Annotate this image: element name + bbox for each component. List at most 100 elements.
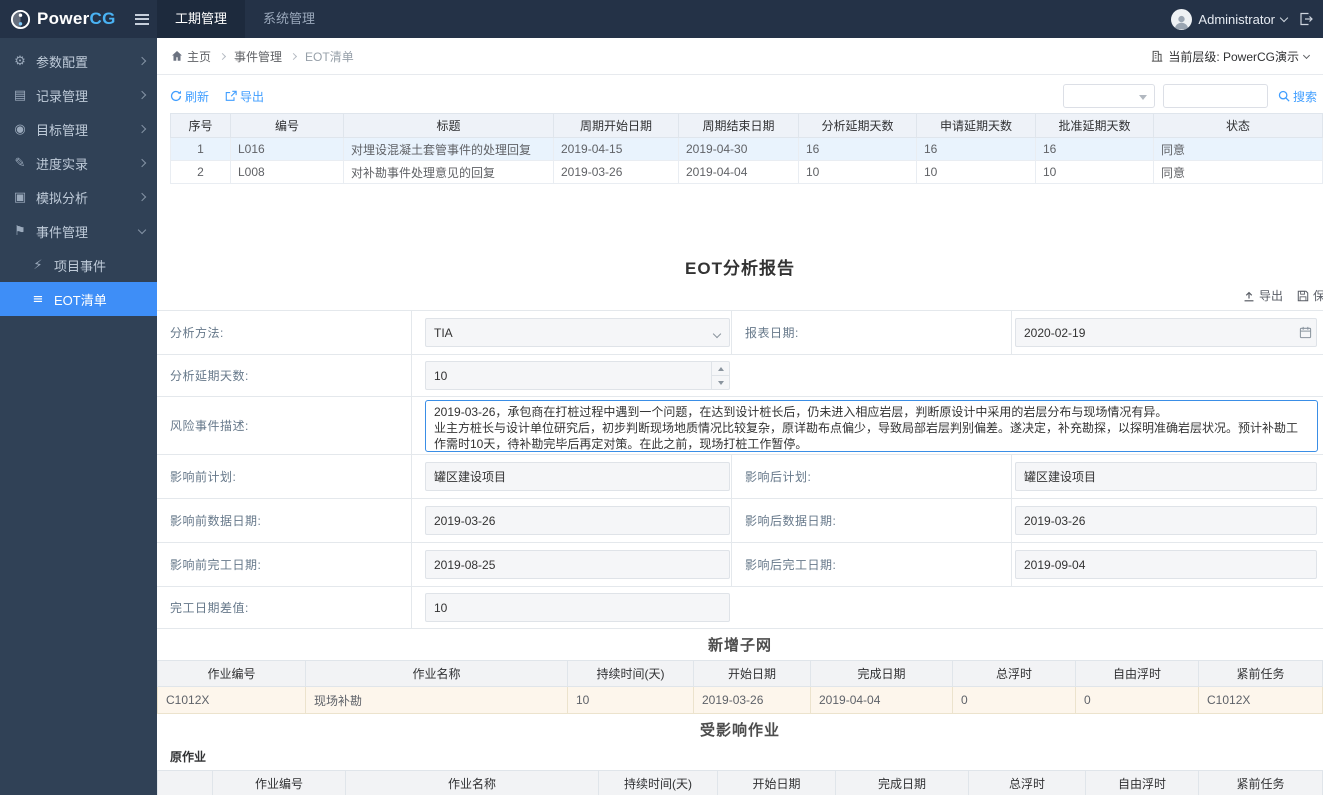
affected-title: 受影响作业 bbox=[699, 722, 780, 739]
table-cell: 2019-03-26 bbox=[553, 160, 679, 184]
logo-text: PowerCG bbox=[37, 9, 116, 28]
table-cell: 同意 bbox=[1153, 137, 1323, 161]
main-area: 主页 事件管理 EOT清单 当前层级: PowerCG演示 刷新 导出 搜索 序… bbox=[157, 38, 1323, 795]
chevron-down-icon bbox=[712, 329, 722, 339]
spinner-up-button[interactable] bbox=[712, 362, 729, 376]
finish-date-diff-input[interactable] bbox=[425, 593, 730, 622]
pre-data-date-input[interactable] bbox=[425, 506, 730, 535]
spinner-down-button[interactable] bbox=[712, 376, 729, 389]
sidebar-item-event-management[interactable]: ⚑ 事件管理 bbox=[0, 214, 157, 248]
gear-icon: ⚙ bbox=[14, 53, 26, 69]
user-name[interactable]: Administrator bbox=[1198, 12, 1275, 27]
analysis-delay-days-input[interactable] bbox=[425, 361, 730, 390]
table-cell: 10 bbox=[798, 160, 917, 184]
column-header: 序号 bbox=[170, 113, 231, 138]
table-cell: 1 bbox=[170, 137, 231, 161]
column-header: 持续时间(天) bbox=[598, 770, 718, 795]
breadcrumb-item-events[interactable]: 事件管理 bbox=[234, 48, 282, 65]
table-row[interactable]: 1 L016 对埋设混凝土套管事件的处理回复 2019-04-15 2019-04-30… bbox=[170, 137, 1323, 161]
table-cell: 0 bbox=[1075, 686, 1199, 714]
bolt-icon: ⚡ bbox=[33, 257, 43, 273]
chevron-down-icon bbox=[137, 225, 147, 234]
original-activity-label: 原作业 bbox=[170, 750, 207, 764]
sidebar-item-target-management[interactable]: ◉ 目标管理 bbox=[0, 112, 157, 146]
table-cell: C1012X bbox=[1198, 686, 1323, 714]
sidebar-item-record-management[interactable]: ▤ 记录管理 bbox=[0, 78, 157, 112]
person-icon bbox=[1175, 15, 1189, 29]
chevron-right-icon bbox=[289, 52, 298, 60]
table-cell: 16 bbox=[916, 137, 1036, 161]
sidebar-item-parameter-config[interactable]: ⚙ 参数配置 bbox=[0, 44, 157, 78]
post-data-date-input[interactable] bbox=[1015, 506, 1317, 535]
sidebar-item-project-events[interactable]: ⚡ 项目事件 bbox=[0, 248, 157, 282]
finish-date-diff-label: 完工日期差值: bbox=[170, 601, 249, 615]
filter-select[interactable] bbox=[1062, 84, 1155, 108]
column-header: 紧前任务 bbox=[1198, 660, 1323, 687]
simulation-icon: ▣ bbox=[13, 189, 27, 205]
chevron-right-icon bbox=[137, 124, 147, 134]
eot-report-section: EOT分析报告 导出 保 分析方法: TIA 报表日期: 2020-02-19 … bbox=[157, 254, 1323, 795]
post-finish-date-label: 影响后完工日期: bbox=[745, 558, 837, 572]
chevron-down-icon bbox=[1279, 13, 1289, 22]
table-cell: L016 bbox=[230, 137, 344, 161]
upload-icon bbox=[1244, 291, 1254, 301]
table-row[interactable]: 2 L008 对补勘事件处理意见的回复 2019-03-26 2019-04-04 10 1… bbox=[170, 160, 1323, 184]
export-button[interactable]: 导出 bbox=[225, 88, 264, 105]
table-cell: 2 bbox=[170, 160, 231, 184]
affected-table: 作业编号 作业名称 持续时间(天) 开始日期 完成日期 总浮时 自由浮时 紧前任务 bbox=[157, 770, 1323, 795]
sidebar-item-eot-list[interactable]: ≡ EOT清单 bbox=[0, 282, 157, 316]
sidebar-item-simulation-analysis[interactable]: ▣ 模拟分析 bbox=[0, 180, 157, 214]
breadcrumb-home[interactable]: 主页 bbox=[171, 48, 211, 65]
pre-plan-input[interactable] bbox=[425, 462, 730, 491]
toolbar: 刷新 导出 搜索 bbox=[170, 83, 1317, 109]
sidebar-item-progress-record[interactable]: ✎ 进度实录 bbox=[0, 146, 157, 180]
search-input[interactable] bbox=[1162, 84, 1268, 108]
table-cell: 对补勘事件处理意见的回复 bbox=[343, 160, 554, 184]
menu-collapse-icon[interactable] bbox=[135, 13, 149, 25]
chevron-right-icon bbox=[137, 56, 147, 66]
report-save-button[interactable]: 保存 bbox=[1297, 287, 1323, 304]
breadcrumb-label: 主页 bbox=[187, 49, 212, 64]
column-header: 作业编号 bbox=[157, 660, 306, 687]
current-level-selector[interactable]: 当前层级: PowerCG演示 bbox=[1151, 48, 1311, 65]
logout-icon[interactable] bbox=[1299, 12, 1313, 26]
analysis-delay-days-label: 分析延期天数: bbox=[170, 369, 249, 383]
top-menu-item-schedule[interactable]: 工期管理 bbox=[157, 0, 246, 38]
column-header: 自由浮时 bbox=[1085, 770, 1199, 795]
top-menu: 工期管理 系统管理 bbox=[157, 0, 333, 38]
report-export-button[interactable]: 导出 bbox=[1243, 287, 1283, 304]
calendar-icon[interactable] bbox=[1299, 326, 1312, 339]
sidebar-item-label: 模拟分析 bbox=[36, 190, 89, 206]
risk-description-textarea[interactable]: 2019-03-26，承包商在打桩过程中遇到一个问题，在达到设计桩长后，仍未进入… bbox=[425, 399, 1318, 452]
table-cell: 2019-04-15 bbox=[553, 137, 679, 161]
table-row[interactable]: C1012X 现场补勘 10 2019-03-26 2019-04-04 0 0 C1012X bbox=[157, 686, 1323, 714]
eot-list-table: 序号 编号 标题 周期开始日期 周期结束日期 分析延期天数 申请延期天数 批准延期天数 状态 1… bbox=[170, 113, 1323, 184]
sidebar-item-label: 事件管理 bbox=[36, 224, 89, 240]
table-cell: 现场补勘 bbox=[305, 686, 568, 714]
building-icon bbox=[1152, 50, 1163, 62]
risk-description-label: 风险事件描述: bbox=[170, 419, 249, 433]
chevron-down-icon bbox=[1302, 51, 1311, 59]
user-area: Administrator bbox=[1171, 8, 1323, 30]
save-icon bbox=[1297, 290, 1309, 301]
search-icon bbox=[1278, 90, 1290, 102]
post-finish-date-input[interactable] bbox=[1015, 550, 1317, 579]
column-header: 周期结束日期 bbox=[678, 113, 799, 138]
search-button[interactable]: 搜索 bbox=[1278, 88, 1317, 105]
pre-finish-date-input[interactable] bbox=[425, 550, 730, 579]
table-cell: C1012X bbox=[157, 686, 306, 714]
analysis-method-select[interactable]: TIA bbox=[425, 318, 730, 347]
post-plan-input[interactable] bbox=[1015, 462, 1317, 491]
subnet-section: 新增子网 作业编号 作业名称 持续时间(天) 开始日期 完成日期 总浮时 自由浮时 紧前任务 … bbox=[157, 634, 1323, 714]
eot-report-form: 分析方法: TIA 报表日期: 2020-02-19 分析延期天数: 10 风险… bbox=[157, 310, 1323, 629]
affected-section: 受影响作业 原作业 作业编号 作业名称 持续时间(天) 开始日期 完成日期 总浮时 自由浮时… bbox=[157, 719, 1323, 795]
report-date-input[interactable] bbox=[1015, 318, 1317, 347]
sidebar-item-label: 目标管理 bbox=[36, 122, 89, 138]
top-menu-item-system[interactable]: 系统管理 bbox=[245, 0, 333, 38]
subnet-table: 作业编号 作业名称 持续时间(天) 开始日期 完成日期 总浮时 自由浮时 紧前任务 C1012… bbox=[157, 660, 1323, 714]
user-avatar[interactable] bbox=[1171, 8, 1193, 30]
table-cell: 0 bbox=[952, 686, 1076, 714]
refresh-button[interactable]: 刷新 bbox=[170, 88, 209, 105]
sidebar-item-label: 项目事件 bbox=[54, 258, 107, 274]
report-date-label: 报表日期: bbox=[745, 326, 799, 340]
